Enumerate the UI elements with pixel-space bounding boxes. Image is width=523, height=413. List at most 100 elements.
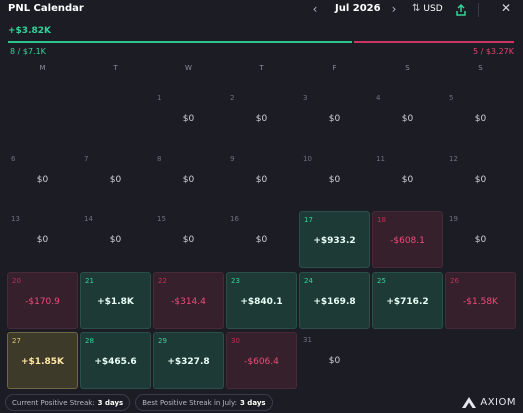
day-number: 10 (303, 154, 312, 163)
calendar-day-17[interactable]: 17 +$933.2 (299, 211, 370, 268)
day-pnl-value: -$606.4 (244, 357, 279, 367)
day-pnl-value: -$170.9 (25, 296, 60, 307)
day-number: 28 (85, 337, 94, 345)
day-pnl-value: $0 (255, 174, 268, 185)
calendar-day-25[interactable]: 25 +$716.2 (372, 271, 443, 329)
day-number: 18 (377, 216, 386, 224)
calendar-day-15[interactable]: 15 $0 (153, 211, 224, 268)
day-pnl-value: $0 (109, 174, 122, 185)
calendar-day-27[interactable]: 27 +$1.85K (7, 332, 78, 389)
day-number: 19 (449, 215, 458, 223)
calendar-day-11[interactable]: 11 $0 (372, 151, 443, 208)
day-pnl-value: $0 (474, 174, 487, 185)
day-number: 7 (84, 154, 89, 163)
calendar-day-23[interactable]: 23 +$840.1 (226, 271, 297, 329)
day-pnl-value: +$1.85K (21, 357, 64, 367)
day-pnl-value: +$1.8K (97, 296, 134, 307)
calendar-day-9[interactable]: 9 $0 (226, 151, 297, 208)
day-pnl-value: $0 (328, 114, 341, 124)
currency-toggle[interactable]: ⇅ USD (412, 3, 443, 14)
day-number: 27 (12, 337, 21, 345)
close-icon[interactable]: ✕ (499, 1, 513, 15)
calendar-day-21[interactable]: 21 +$1.8K (80, 271, 151, 329)
calendar-day-30[interactable]: 30 -$606.4 (226, 332, 297, 389)
calendar-day-22[interactable]: 22 -$314.4 (153, 271, 224, 329)
day-number: 20 (12, 276, 21, 285)
day-number: 16 (230, 215, 239, 223)
day-pnl-value: $0 (474, 114, 487, 124)
day-pnl-value: -$314.4 (171, 296, 206, 307)
day-pnl-value: $0 (328, 174, 341, 185)
loss-bar (354, 41, 514, 43)
day-pnl-value: $0 (36, 235, 49, 245)
calendar-day-7[interactable]: 7 $0 (80, 151, 151, 208)
calendar-day-3[interactable]: 3 $0 (299, 90, 370, 147)
day-pnl-value: $0 (328, 356, 341, 366)
day-number: 21 (85, 276, 94, 285)
loss-summary: 5 / $3.27K (472, 47, 514, 56)
day-number: 1 (157, 94, 162, 102)
day-number: 29 (158, 337, 167, 345)
calendar-day-1[interactable]: 1 $0 (153, 90, 224, 147)
calendar-day-13[interactable]: 13 $0 (7, 211, 78, 268)
weekday-label: T (113, 64, 118, 72)
calendar-day-26[interactable]: 26 -$1.58K (445, 271, 516, 329)
calendar-day-16[interactable]: 16 $0 (226, 211, 297, 268)
day-pnl-value: +$933.2 (313, 236, 356, 246)
calendar-day-2[interactable]: 2 $0 (226, 90, 297, 147)
calendar-day-28[interactable]: 28 +$465.6 (80, 332, 151, 389)
day-number: 30 (231, 337, 240, 345)
current-streak-value: 3 days (97, 398, 124, 407)
month-label: Jul 2026 (335, 3, 381, 14)
calendar-day-10[interactable]: 10 $0 (299, 151, 370, 208)
weekday-label: M (39, 64, 46, 72)
day-number: 11 (376, 154, 385, 163)
chevron-right-icon[interactable]: › (387, 2, 401, 16)
best-streak-label: Best Positive Streak in July: (142, 398, 237, 407)
calendar-day-8[interactable]: 8 $0 (153, 151, 224, 208)
weekday-label: T (259, 64, 264, 72)
day-number: 3 (303, 94, 308, 102)
calendar-day-18[interactable]: 18 -$608.1 (372, 211, 443, 268)
calendar-day-29[interactable]: 29 +$327.8 (153, 332, 224, 389)
calendar-day-31[interactable]: 31 $0 (299, 332, 370, 389)
page-title: PNL Calendar (8, 3, 84, 14)
day-pnl-value: +$327.8 (167, 357, 210, 367)
calendar-day-6[interactable]: 6 $0 (7, 151, 78, 208)
calendar-day-20[interactable]: 20 -$170.9 (7, 271, 78, 329)
calendar-day-14[interactable]: 14 $0 (80, 211, 151, 268)
calendar-day-12[interactable]: 12 $0 (445, 151, 516, 208)
day-number: 25 (377, 276, 386, 285)
weekday-label: F (332, 64, 337, 72)
weekday-label: S (405, 64, 410, 72)
calendar-grid: 1 $0 2 $0 3 $0 4 $0 5 $0 6 $0 7 $0 8 $0 9 $0 10 $0 11 $0 12 $0 1… (6, 90, 517, 390)
day-number: 2 (230, 94, 235, 102)
day-number: 4 (376, 94, 381, 102)
day-pnl-value: -$1.58K (463, 296, 498, 307)
win-bar (8, 41, 352, 43)
best-streak-badge: Best Positive Streak in July: 3 days (135, 394, 273, 411)
day-number: 8 (157, 154, 162, 163)
day-pnl-value: $0 (474, 235, 487, 245)
day-pnl-value: $0 (255, 114, 268, 124)
current-streak-badge: Current Positive Streak: 3 days (5, 394, 131, 411)
day-number: 15 (157, 215, 166, 223)
chevron-left-icon[interactable]: ‹ (308, 2, 322, 16)
calendar-day-4[interactable]: 4 $0 (372, 90, 443, 147)
day-pnl-value: +$716.2 (386, 296, 429, 307)
win-summary: 8 / $7.1K (10, 47, 46, 56)
day-number: 6 (11, 154, 16, 163)
share-icon[interactable] (454, 2, 468, 16)
day-number: 17 (304, 216, 313, 224)
calendar-day-5[interactable]: 5 $0 (445, 90, 516, 147)
day-pnl-value: $0 (109, 235, 122, 245)
day-pnl-value: +$840.1 (240, 296, 283, 307)
calendar-day-19[interactable]: 19 $0 (445, 211, 516, 268)
streak-footer: Current Positive Streak: 3 days Best Pos… (5, 394, 273, 411)
day-number: 26 (450, 276, 459, 285)
calendar-day-24[interactable]: 24 +$169.8 (299, 271, 370, 329)
day-pnl-value: +$169.8 (313, 296, 356, 307)
day-number: 12 (449, 154, 458, 163)
day-pnl-value: $0 (182, 174, 195, 185)
day-pnl-value: -$608.1 (390, 236, 425, 246)
